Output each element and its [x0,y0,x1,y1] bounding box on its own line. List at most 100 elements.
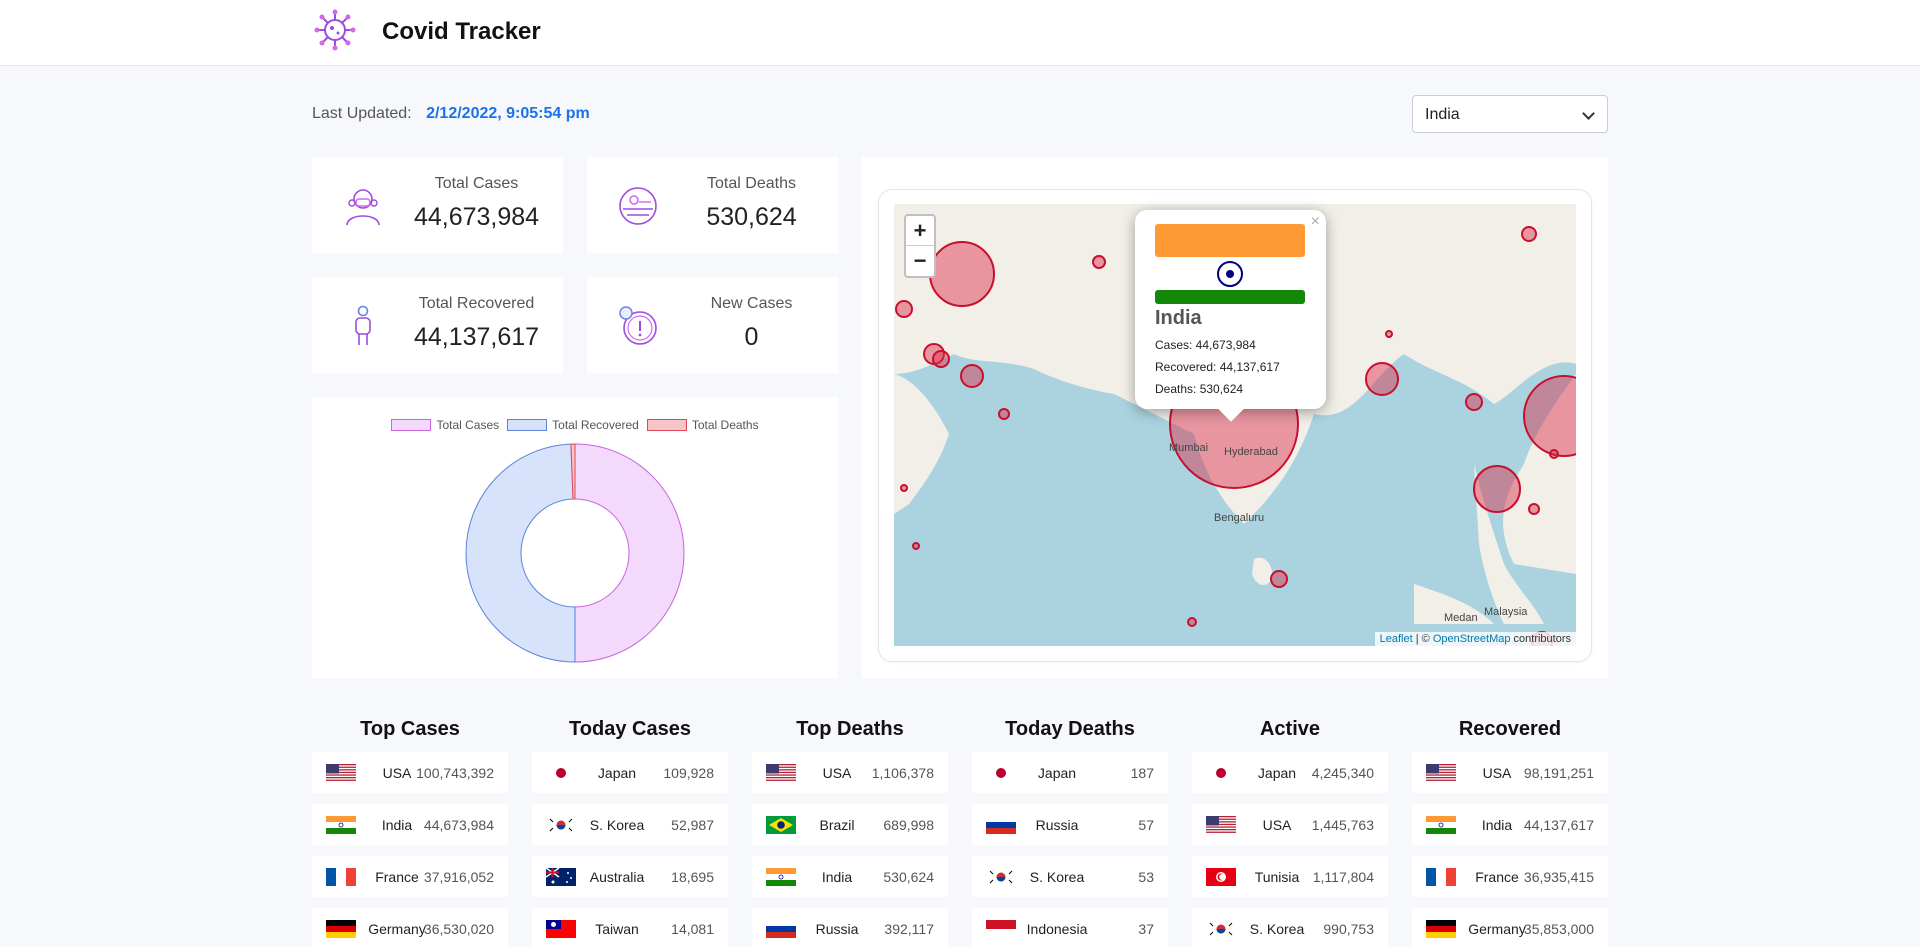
total-cases-label: Total Cases [434,175,519,192]
list-item[interactable]: India 44,137,617 [1412,804,1608,845]
chevron-down-icon [1582,107,1595,120]
list-column: Today Deaths Japan 187 Russia 57 S. Korea 53 In… [972,718,1168,947]
list-item[interactable]: USA 1,445,763 [1192,804,1388,845]
list-item-country: USA [1262,817,1292,833]
list-item[interactable]: Brazil 689,998 [752,804,948,845]
list-item-value: 530,624 [883,869,934,885]
total-cases-card: Total Cases 44,673,984 [312,157,563,253]
total-deaths-card: Total Deaths 530,624 [587,157,838,253]
flag-de-icon [1426,920,1456,938]
new-cases-label: New Cases [710,295,793,312]
flag-tw-icon [546,920,576,938]
list-item-value: 1,117,804 [1312,869,1374,885]
list-column: Top Cases USA 100,743,392 India 44,673,984 Fr… [312,718,508,947]
flag-us-icon [1206,816,1236,834]
doughnut-slice-total-cases[interactable] [574,443,685,663]
list-item-value: 990,753 [1323,921,1374,937]
list-item[interactable]: India 44,673,984 [312,804,508,845]
list-item[interactable]: USA 100,743,392 [312,752,508,793]
list-item-value: 37 [1138,921,1154,937]
list-item[interactable]: USA 98,191,251 [1412,752,1608,793]
list-item-value: 37,916,052 [423,869,494,885]
list-item-country: Russia [1035,817,1079,833]
list-item-value: 57 [1138,817,1154,833]
doughnut-chart [465,443,685,663]
doughnut-slice-total-recovered[interactable] [465,443,576,663]
list-item[interactable]: Australia 18,695 [532,856,728,897]
list-item-value: 100,743,392 [416,765,494,781]
list-title: Top Deaths [796,718,904,740]
list-item-country: Indonesia [1026,921,1088,937]
list-item[interactable]: S. Korea 53 [972,856,1168,897]
popup-close-button[interactable]: × [1311,213,1320,231]
list-item[interactable]: India 530,624 [752,856,948,897]
leaflet-link[interactable]: Leaflet [1380,633,1413,645]
flag-id-icon [986,920,1016,938]
map-label-medan: Medan [1444,612,1478,624]
last-updated-value: 2/12/2022, 9:05:54 pm [426,105,590,122]
list-item[interactable]: France 37,916,052 [312,856,508,897]
list-item[interactable]: USA 1,106,378 [752,752,948,793]
list-column: Today Cases Japan 109,928 S. Korea 52,987 Aus… [532,718,728,947]
list-item[interactable]: Germany 36,530,020 [312,908,508,947]
new-cases-value: 0 [744,323,759,351]
last-updated: Last Updated: 2/12/2022, 9:05:54 pm [312,105,590,123]
zoom-control: + − [904,214,936,278]
list-column: Top Deaths USA 1,106,378 Brazil 689,998 India… [752,718,948,947]
list-item[interactable]: Russia 392,117 [752,908,948,947]
flag-kr-icon [1206,920,1236,938]
patient-masked-icon [346,189,380,226]
person-recovered-icon [355,305,371,345]
map-label-mumbai: Mumbai [1169,442,1209,454]
list-title: Today Deaths [1005,718,1135,740]
list-item[interactable]: Taiwan 14,081 [532,908,728,947]
list-item-country: Japan [1037,765,1077,781]
list-item[interactable]: Russia 57 [972,804,1168,845]
list-item-value: 44,673,984 [423,817,494,833]
list-item-value: 36,530,020 [423,921,494,937]
flag-us-icon [766,764,796,782]
total-deaths-label: Total Deaths [707,175,796,192]
doughnut-chart-panel: Total Cases Total Recovered Total Deaths [312,397,838,678]
list-item[interactable]: Japan 4,245,340 [1192,752,1388,793]
list-item-country: USA [822,765,852,781]
list-item-country: Russia [815,921,859,937]
list-item-country: Japan [597,765,637,781]
flag-jp-icon [546,764,576,782]
country-select[interactable]: India [1412,95,1608,133]
list-item[interactable]: Germany 35,853,000 [1412,908,1608,947]
list-column: Recovered USA 98,191,251 India 44,137,617 Fra… [1412,718,1608,947]
list-item[interactable]: Indonesia 37 [972,908,1168,947]
zoom-in-button[interactable]: + [906,216,934,246]
list-item[interactable]: Tunisia 1,117,804 [1192,856,1388,897]
list-item[interactable]: S. Korea 52,987 [532,804,728,845]
zoom-out-button[interactable]: − [906,246,934,276]
country-select-value: India [1425,106,1460,123]
map-popup: × India Cases: 44,673,984 Recovered: 44,… [1135,210,1326,422]
new-cases-card: New Cases 0 [587,277,838,373]
list-item-country: S. Korea [1249,921,1305,937]
osm-link[interactable]: OpenStreetMap [1433,633,1511,645]
flag-jp-icon [986,764,1016,782]
list-item[interactable]: S. Korea 990,753 [1192,908,1388,947]
list-item-country: S. Korea [1029,869,1085,885]
flag-tn-icon [1206,868,1236,886]
map-label-bengaluru: Bengaluru [1214,512,1265,524]
list-item-value: 52,987 [671,817,714,833]
list-item-country: Brazil [819,817,855,833]
list-title: Top Cases [360,718,460,740]
list-item-country: Taiwan [595,921,639,937]
list-item-value: 98,191,251 [1523,765,1594,781]
india-flag-image [1155,224,1305,304]
popup-recovered: Recovered: 44,137,617 [1155,360,1280,374]
popup-cases: Cases: 44,673,984 [1155,338,1256,352]
list-item-country: Japan [1257,765,1297,781]
list-item-value: 18,695 [671,869,714,885]
flag-fr-icon [326,868,356,886]
list-item[interactable]: Japan 187 [972,752,1168,793]
list-item-value: 36,935,415 [1523,869,1594,885]
list-item[interactable]: France 36,935,415 [1412,856,1608,897]
flag-us-icon [1426,764,1456,782]
popup-country-name: India [1155,307,1202,329]
list-item[interactable]: Japan 109,928 [532,752,728,793]
